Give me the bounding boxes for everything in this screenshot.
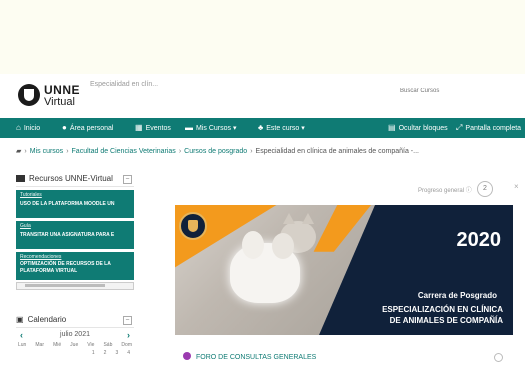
nav-hide-blocks[interactable]: ▤ Ocultar bloques	[388, 118, 448, 138]
breadcrumb-separator: ›	[66, 148, 69, 155]
calendar-icon: ▣	[16, 315, 24, 324]
block-icon	[16, 175, 25, 182]
fullscreen-icon: ⤢	[456, 123, 463, 132]
collapse-icon[interactable]: –	[123, 316, 132, 325]
weekday-label: Dom	[121, 342, 132, 348]
banner-title-line1: ESPECIALIZACIÓN EN CLÍNICA	[382, 305, 503, 314]
course-banner-image: 2020 Carrera de Posgrado ESPECIALIZACIÓN…	[175, 205, 513, 335]
nav-this-course[interactable]: ♣ Este curso ▾	[258, 118, 305, 138]
folder-icon[interactable]: ▰	[16, 148, 21, 155]
logo-unne-text: UNNE	[44, 83, 81, 97]
site-header: UNNE Virtual Especialidad en clín...	[0, 74, 525, 118]
banner-title-line2: DE ANIMALES DE COMPAÑÍA	[389, 316, 503, 325]
calendar-day[interactable]: 3	[115, 350, 118, 356]
calendar-day[interactable]: 1	[92, 350, 95, 356]
recursos-title: Recursos UNNE-Virtual	[29, 174, 113, 183]
resource-text: OPTIMIZACIÓN DE RECURSOS DE LA PLATAFORM…	[20, 261, 111, 274]
weekday-label: Vie	[87, 342, 95, 348]
calendar-month-nav: ‹ julio 2021 ›	[16, 328, 134, 342]
recursos-block: Recursos UNNE-Virtual – Tutoriales USO DE …	[16, 172, 134, 290]
logo-emblem	[18, 84, 40, 106]
banner-year: 2020	[456, 229, 502, 251]
weekday-label: Mié	[53, 342, 62, 348]
calendar-day[interactable]: 4	[127, 350, 130, 356]
courses-icon: ▬	[185, 123, 193, 132]
scrollbar-thumb[interactable]	[25, 284, 105, 287]
collapse-icon[interactable]: –	[123, 175, 132, 184]
nav-my-courses[interactable]: ▬ Mis Cursos ▾	[185, 118, 236, 138]
calendar-month-label: julio 2021	[60, 331, 90, 338]
nav-fullscreen[interactable]: ⤢ Pantalla completa	[456, 118, 521, 138]
horizontal-scrollbar[interactable]	[16, 282, 134, 290]
recursos-block-title: Recursos UNNE-Virtual –	[16, 172, 134, 187]
home-icon: ⌂	[16, 123, 21, 132]
calendar-block: ▣ Calendario – ‹ julio 2021 › Lun Mar Mié …	[16, 313, 134, 358]
course-search-input[interactable]	[360, 82, 510, 100]
banner-program-type: Carrera de Posgrado	[417, 291, 497, 300]
weekday-label: Mar	[35, 342, 45, 348]
completion-checkbox[interactable]	[494, 353, 503, 362]
weekday-label: Jue	[70, 342, 79, 348]
calendar-day[interactable]: 2	[104, 350, 107, 356]
nav-home-label: Inicio	[23, 125, 41, 132]
breadcrumb-separator: ›	[178, 148, 182, 155]
sitemap-icon: ♣	[258, 123, 264, 132]
main-navbar: ⌂ Inicio ● Área personal ▦ Eventos ▬ Mis Cur…	[0, 118, 525, 138]
calendar-block-title: ▣ Calendario –	[16, 313, 134, 328]
breadcrumb-faculty[interactable]: Facultad de Ciencias Veterinarias	[72, 148, 176, 155]
nav-this-course-label: Este curso ▾	[266, 125, 305, 132]
resource-category: Recomendaciones	[20, 254, 62, 260]
calendar-icon: ▦	[135, 123, 143, 132]
resource-tile[interactable]: Guía TRANSITAR UNA ASIGNATURA PARA E	[16, 221, 134, 249]
logo-virtual-text: Virtual	[44, 96, 75, 108]
nav-hide-blocks-label: Ocultar bloques	[398, 125, 448, 132]
forum-activity[interactable]: FORO DE CONSULTAS GENERALES	[183, 352, 513, 364]
unne-virtual-logo[interactable]: UNNE Virtual	[18, 80, 81, 112]
top-band	[0, 0, 525, 75]
breadcrumb-separator: ›	[24, 148, 27, 155]
calendar-prev-button[interactable]: ‹	[20, 328, 23, 342]
dashboard-icon: ●	[62, 123, 67, 132]
calendar-title: Calendario	[27, 315, 67, 324]
nav-my-courses-label: Mis Cursos ▾	[196, 125, 237, 132]
weekday-label: Sáb	[103, 342, 113, 348]
site-subtitle: Especialidad en clín...	[90, 81, 159, 88]
blocks-icon: ▤	[388, 123, 396, 132]
nav-fullscreen-label: Pantalla completa	[465, 125, 522, 132]
breadcrumb-my-courses[interactable]: Mis cursos	[30, 148, 63, 155]
university-seal-icon	[179, 212, 207, 240]
resource-tile[interactable]: Tutoriales USO DE LA PLATAFORMA MOODLE UN	[16, 190, 134, 218]
calendar-week-row: 1 2 3 4	[16, 348, 134, 358]
nav-dashboard[interactable]: ● Área personal	[62, 118, 113, 138]
resource-text: TRANSITAR UNA ASIGNATURA PARA E	[20, 232, 115, 238]
breadcrumb-separator: ›	[250, 148, 253, 155]
breadcrumb-current: Especialidad en clínica de animales de c…	[255, 148, 419, 155]
nav-events[interactable]: ▦ Eventos	[135, 118, 171, 138]
calendar-next-button[interactable]: ›	[127, 328, 130, 342]
forum-link[interactable]: FORO DE CONSULTAS GENERALES	[196, 354, 316, 361]
progress-label: Progreso general ⓘ	[418, 188, 472, 194]
resource-text: USO DE LA PLATAFORMA MOODLE UN	[20, 201, 115, 207]
nav-events-label: Eventos	[145, 125, 171, 132]
weekday-label: Lun	[18, 342, 27, 348]
dog-image	[230, 231, 300, 303]
breadcrumb-postgrad[interactable]: Cursos de posgrado	[184, 148, 247, 155]
forum-icon	[183, 352, 191, 360]
resource-tile[interactable]: Recomendaciones OPTIMIZACIÓN DE RECURSOS …	[16, 252, 134, 280]
nav-home[interactable]: ⌂ Inicio	[16, 118, 40, 138]
resource-category: Tutoriales	[20, 192, 42, 198]
progress-label-text: Progreso general	[418, 188, 465, 194]
resource-category: Guía	[20, 223, 31, 229]
close-icon[interactable]: ×	[514, 182, 519, 191]
nav-dashboard-label: Área personal	[69, 125, 114, 132]
progress-indicator[interactable]: 2	[477, 181, 493, 197]
breadcrumb: ▰ › Mis cursos › Facultad de Ciencias Veteri…	[16, 147, 521, 161]
